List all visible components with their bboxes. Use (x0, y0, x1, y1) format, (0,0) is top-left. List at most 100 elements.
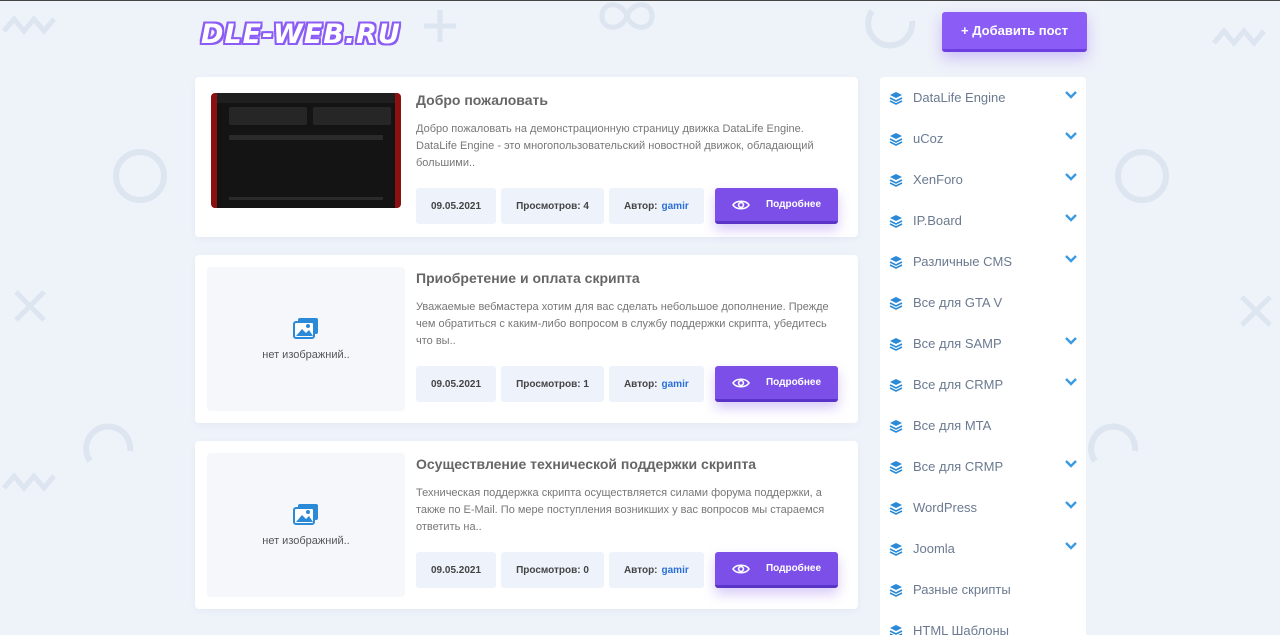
layers-icon (889, 501, 903, 515)
sidebar-category-item[interactable]: HTML Шаблоны (880, 610, 1086, 635)
layers-icon (889, 378, 903, 392)
chevron-down-icon[interactable] (1065, 501, 1077, 509)
post-meta: 09.05.2021 Просмотров: 1 Автор: gamir (416, 366, 709, 402)
post-author-chip: Автор: gamir (608, 188, 704, 224)
chevron-down-icon[interactable] (1065, 132, 1077, 140)
image-icon (293, 504, 318, 525)
sidebar-category-item[interactable]: Все для CRMP (880, 364, 1086, 405)
thumbnail-box (229, 107, 307, 125)
image-icon (293, 318, 318, 339)
layers-icon (889, 255, 903, 269)
post-title[interactable]: Осуществление технической поддержки скри… (416, 456, 756, 472)
sidebar-category-label: Все для SAMP (913, 336, 1002, 351)
sidebar-category-item[interactable]: IP.Board (880, 200, 1086, 241)
eye-icon (732, 199, 750, 210)
sidebar-category-label: Joomla (913, 541, 955, 556)
layers-icon (889, 132, 903, 146)
chevron-down-icon[interactable] (1065, 460, 1077, 468)
post-excerpt: Техническая поддержка скрипта осуществля… (416, 487, 825, 533)
layers-icon (889, 624, 903, 635)
no-image-label: нет изображний.. (262, 349, 350, 361)
post-date: 09.05.2021 (416, 188, 497, 224)
post-meta: 09.05.2021 Просмотров: 0 Автор: gamir (416, 552, 709, 588)
bg-wave-icon (2, 15, 56, 35)
post-views: Просмотров: 4 (501, 188, 604, 224)
post-title[interactable]: Добро пожаловать (416, 92, 548, 108)
sidebar-category-label: IP.Board (913, 213, 962, 228)
bg-cross-icon (14, 290, 46, 322)
thumbnail-box (313, 107, 391, 125)
chevron-down-icon[interactable] (1065, 337, 1077, 345)
sidebar-category-label: uCoz (913, 131, 944, 146)
post-thumbnail-placeholder[interactable]: нет изображний.. (207, 453, 405, 597)
post-title[interactable]: Приобретение и оплата скрипта (416, 270, 640, 286)
read-more-button[interactable]: Подробнее (715, 188, 838, 224)
post-card: Добро пожаловать Добро пожаловать на дем… (195, 77, 858, 237)
author-link[interactable]: gamir (662, 565, 689, 576)
post-author-chip: Автор: gamir (608, 366, 704, 402)
layers-icon (889, 337, 903, 351)
sidebar-category-label: Разные скрипты (913, 582, 1011, 597)
chevron-down-icon[interactable] (1065, 255, 1077, 263)
read-more-button[interactable]: Подробнее (715, 366, 838, 402)
author-link[interactable]: gamir (662, 201, 689, 212)
read-more-label: Подробнее (765, 199, 822, 210)
sidebar-category-item[interactable]: XenForo (880, 159, 1086, 200)
read-more-button[interactable]: Подробнее (715, 552, 838, 588)
sidebar-category-item[interactable]: Все для GTA V (880, 282, 1086, 323)
post-author-chip: Автор: gamir (608, 552, 704, 588)
eye-icon (732, 377, 750, 388)
read-more-label: Подробнее (765, 563, 822, 574)
category-sidebar: DataLife Engine uCoz XenForo IP.Board Ра… (880, 77, 1086, 635)
sidebar-category-item[interactable]: uCoz (880, 118, 1086, 159)
sidebar-category-label: Различные CMS (913, 254, 1013, 269)
site-logo[interactable]: DLE-WEB.RU (201, 19, 401, 50)
layers-icon (889, 91, 903, 105)
sidebar-category-item[interactable]: WordPress (880, 487, 1086, 528)
sidebar-category-item[interactable]: Все для CRMP (880, 446, 1086, 487)
sidebar-category-label: XenForo (913, 172, 963, 187)
chevron-down-icon[interactable] (1065, 91, 1077, 99)
post-views: Просмотров: 0 (501, 552, 604, 588)
bg-arc-icon (1088, 423, 1139, 463)
sidebar-category-item[interactable]: Все для SAMP (880, 323, 1086, 364)
sidebar-category-label: HTML Шаблоны (913, 623, 1010, 635)
sidebar-category-item[interactable]: DataLife Engine (880, 77, 1086, 118)
layers-icon (889, 214, 903, 228)
post-list: Добро пожаловать Добро пожаловать на дем… (195, 77, 858, 609)
thumbnail-line (229, 197, 383, 200)
layers-icon (889, 460, 903, 474)
post-date: 09.05.2021 (416, 552, 497, 588)
chevron-down-icon[interactable] (1065, 542, 1077, 550)
layers-icon (889, 419, 903, 433)
chevron-down-icon[interactable] (1065, 214, 1077, 222)
thumbnail-line (229, 135, 383, 140)
chevron-down-icon[interactable] (1065, 173, 1077, 181)
sidebar-category-item[interactable]: Joomla (880, 528, 1086, 569)
author-label: Автор: (623, 564, 658, 576)
sidebar-category-label: DataLife Engine (913, 90, 1006, 105)
layers-icon (889, 296, 903, 310)
bg-cross-icon (1240, 295, 1272, 327)
post-card: нет изображний.. Осуществление техническ… (195, 441, 858, 609)
post-thumbnail-placeholder[interactable]: нет изображний.. (207, 267, 405, 411)
header: DLE-WEB.RU + Добавить пост (195, 1, 1087, 77)
chevron-down-icon[interactable] (1065, 378, 1077, 386)
sidebar-category-item[interactable]: Все для MTA (880, 405, 1086, 446)
add-post-button[interactable]: + Добавить пост (942, 12, 1087, 52)
bg-wave-icon (2, 472, 56, 492)
author-label: Автор: (623, 378, 658, 390)
sidebar-category-item[interactable]: Различные CMS (880, 241, 1086, 282)
eye-icon (732, 563, 750, 574)
post-excerpt: Добро пожаловать на демонстрационную стр… (416, 123, 814, 169)
author-label: Автор: (623, 200, 658, 212)
bg-wave-icon (1212, 27, 1266, 47)
post-meta: 09.05.2021 Просмотров: 4 Автор: gamir (416, 188, 709, 224)
bg-arc-icon (83, 423, 134, 463)
thumbnail-bar (217, 93, 395, 103)
sidebar-category-label: Все для CRMP (913, 377, 1004, 392)
sidebar-category-item[interactable]: Разные скрипты (880, 569, 1086, 610)
post-thumbnail[interactable] (211, 93, 401, 208)
sidebar-category-label: Все для MTA (913, 418, 992, 433)
author-link[interactable]: gamir (662, 379, 689, 390)
